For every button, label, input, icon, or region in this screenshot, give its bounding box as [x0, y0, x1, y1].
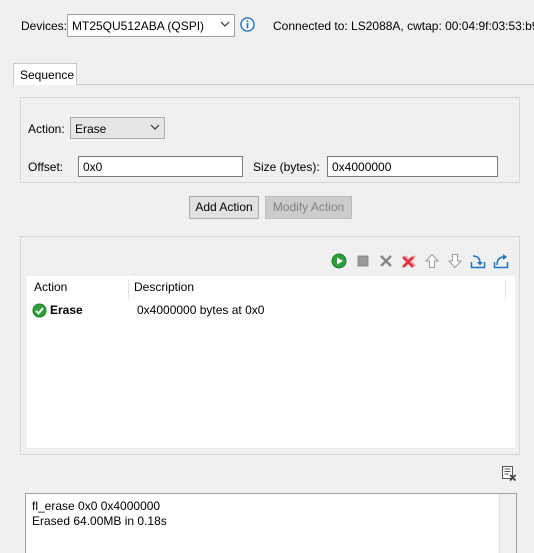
devices-label: Devices: — [21, 19, 68, 33]
import-icon[interactable] — [470, 253, 486, 269]
column-header-description[interactable]: Description — [134, 276, 194, 299]
action-select-value: Erase — [75, 122, 107, 136]
size-field[interactable] — [327, 156, 498, 177]
offset-label: Offset: — [28, 160, 64, 174]
clear-console-icon[interactable] — [501, 465, 517, 481]
action-label: Action: — [28, 122, 65, 136]
success-check-icon — [32, 303, 47, 318]
remove-all-icon[interactable] — [401, 253, 417, 269]
export-icon[interactable] — [493, 253, 509, 269]
chevron-down-icon — [220, 21, 230, 27]
move-up-icon[interactable] — [424, 253, 440, 269]
console-output[interactable]: fl_erase 0x0 0x4000000 Erased 64.00MB in… — [25, 493, 517, 553]
console-scrollbar[interactable] — [499, 494, 516, 553]
offset-input[interactable] — [79, 157, 242, 176]
move-down-icon[interactable] — [447, 253, 463, 269]
device-select[interactable]: MT25QU512ABA (QSPI) — [67, 14, 235, 37]
action-select[interactable]: Erase — [70, 117, 165, 139]
run-icon[interactable] — [331, 253, 347, 269]
connection-status: Connected to: LS2088A, cwtap: 00:04:9f:0… — [273, 19, 534, 33]
device-select-value: MT25QU512ABA (QSPI) — [72, 19, 205, 33]
row-action: Erase — [50, 303, 83, 317]
column-header-action[interactable]: Action — [34, 276, 67, 299]
tab-sequence[interactable]: Sequence — [13, 63, 77, 85]
column-separator[interactable] — [505, 279, 506, 299]
add-action-button[interactable]: Add Action — [189, 196, 259, 219]
console-line: Erased 64.00MB in 0.18s — [32, 514, 167, 528]
offset-field[interactable] — [78, 156, 243, 177]
row-description: 0x4000000 bytes at 0x0 — [137, 303, 265, 317]
size-label: Size (bytes): — [253, 160, 320, 174]
console-line: fl_erase 0x0 0x4000000 — [32, 499, 161, 513]
column-separator[interactable] — [128, 279, 129, 299]
stop-icon[interactable] — [355, 253, 371, 269]
chevron-down-icon — [150, 124, 160, 130]
remove-icon[interactable] — [378, 253, 394, 269]
tab-sequence-label: Sequence — [20, 68, 75, 82]
info-icon[interactable] — [240, 17, 255, 32]
modify-action-button[interactable]: Modify Action — [265, 196, 352, 219]
sequence-table: Action Description Erase 0x4000000 bytes… — [27, 276, 515, 448]
size-input[interactable] — [328, 157, 497, 176]
